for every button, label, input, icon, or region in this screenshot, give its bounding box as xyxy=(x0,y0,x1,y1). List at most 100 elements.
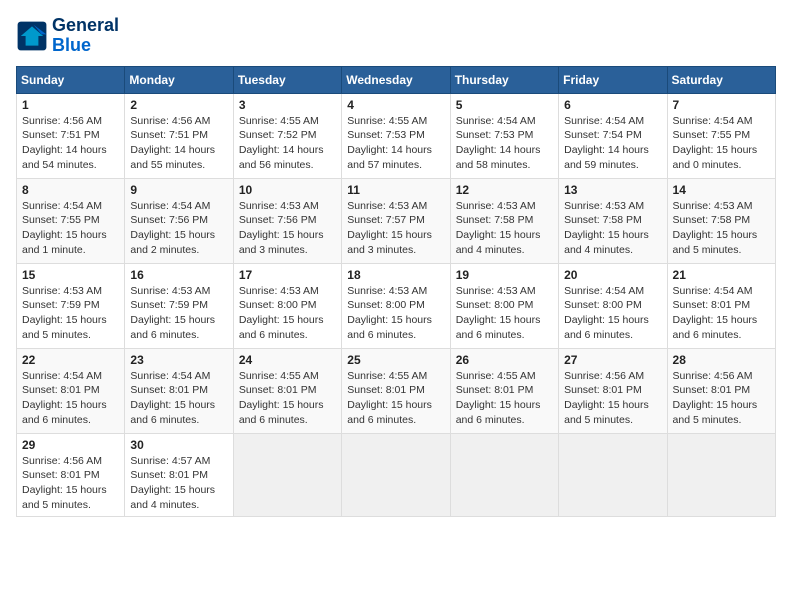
day-number: 9 xyxy=(130,183,227,197)
day-info: Sunrise: 4:53 AMSunset: 8:00 PMDaylight:… xyxy=(456,284,553,343)
day-number: 6 xyxy=(564,98,661,112)
calendar-cell: 25 Sunrise: 4:55 AMSunset: 8:01 PMDaylig… xyxy=(342,348,450,433)
day-info: Sunrise: 4:56 AMSunset: 7:51 PMDaylight:… xyxy=(22,114,119,173)
day-info: Sunrise: 4:55 AMSunset: 8:01 PMDaylight:… xyxy=(456,369,553,428)
day-number: 23 xyxy=(130,353,227,367)
logo: General Blue xyxy=(16,16,119,56)
day-number: 15 xyxy=(22,268,119,282)
day-number: 8 xyxy=(22,183,119,197)
calendar-cell: 16 Sunrise: 4:53 AMSunset: 7:59 PMDaylig… xyxy=(125,263,233,348)
day-info: Sunrise: 4:55 AMSunset: 7:53 PMDaylight:… xyxy=(347,114,444,173)
day-info: Sunrise: 4:54 AMSunset: 7:56 PMDaylight:… xyxy=(130,199,227,258)
day-info: Sunrise: 4:53 AMSunset: 7:57 PMDaylight:… xyxy=(347,199,444,258)
day-info: Sunrise: 4:54 AMSunset: 7:55 PMDaylight:… xyxy=(22,199,119,258)
day-number: 7 xyxy=(673,98,770,112)
logo-text: General Blue xyxy=(52,16,119,56)
calendar-cell: 21 Sunrise: 4:54 AMSunset: 8:01 PMDaylig… xyxy=(667,263,775,348)
calendar-cell xyxy=(667,433,775,517)
day-number: 17 xyxy=(239,268,336,282)
calendar-cell: 13 Sunrise: 4:53 AMSunset: 7:58 PMDaylig… xyxy=(559,178,667,263)
day-info: Sunrise: 4:56 AMSunset: 8:01 PMDaylight:… xyxy=(673,369,770,428)
calendar-header-saturday: Saturday xyxy=(667,66,775,93)
calendar-cell xyxy=(450,433,558,517)
calendar-header-wednesday: Wednesday xyxy=(342,66,450,93)
calendar-cell: 14 Sunrise: 4:53 AMSunset: 7:58 PMDaylig… xyxy=(667,178,775,263)
calendar-week-1: 1 Sunrise: 4:56 AMSunset: 7:51 PMDayligh… xyxy=(17,93,776,178)
day-number: 13 xyxy=(564,183,661,197)
calendar-cell: 27 Sunrise: 4:56 AMSunset: 8:01 PMDaylig… xyxy=(559,348,667,433)
calendar-cell: 17 Sunrise: 4:53 AMSunset: 8:00 PMDaylig… xyxy=(233,263,341,348)
day-info: Sunrise: 4:54 AMSunset: 8:01 PMDaylight:… xyxy=(22,369,119,428)
day-info: Sunrise: 4:55 AMSunset: 8:01 PMDaylight:… xyxy=(347,369,444,428)
calendar-cell: 26 Sunrise: 4:55 AMSunset: 8:01 PMDaylig… xyxy=(450,348,558,433)
calendar-cell: 10 Sunrise: 4:53 AMSunset: 7:56 PMDaylig… xyxy=(233,178,341,263)
calendar-header-friday: Friday xyxy=(559,66,667,93)
day-info: Sunrise: 4:56 AMSunset: 8:01 PMDaylight:… xyxy=(564,369,661,428)
day-number: 24 xyxy=(239,353,336,367)
day-number: 26 xyxy=(456,353,553,367)
day-number: 11 xyxy=(347,183,444,197)
day-info: Sunrise: 4:55 AMSunset: 8:01 PMDaylight:… xyxy=(239,369,336,428)
day-number: 20 xyxy=(564,268,661,282)
day-number: 5 xyxy=(456,98,553,112)
day-number: 10 xyxy=(239,183,336,197)
day-number: 30 xyxy=(130,438,227,452)
calendar-week-3: 15 Sunrise: 4:53 AMSunset: 7:59 PMDaylig… xyxy=(17,263,776,348)
day-number: 27 xyxy=(564,353,661,367)
calendar-cell: 28 Sunrise: 4:56 AMSunset: 8:01 PMDaylig… xyxy=(667,348,775,433)
calendar-cell: 29 Sunrise: 4:56 AMSunset: 8:01 PMDaylig… xyxy=(17,433,125,517)
day-info: Sunrise: 4:57 AMSunset: 8:01 PMDaylight:… xyxy=(130,454,227,513)
calendar-cell: 6 Sunrise: 4:54 AMSunset: 7:54 PMDayligh… xyxy=(559,93,667,178)
calendar-header-monday: Monday xyxy=(125,66,233,93)
calendar-cell: 23 Sunrise: 4:54 AMSunset: 8:01 PMDaylig… xyxy=(125,348,233,433)
day-number: 16 xyxy=(130,268,227,282)
calendar-cell: 1 Sunrise: 4:56 AMSunset: 7:51 PMDayligh… xyxy=(17,93,125,178)
day-info: Sunrise: 4:55 AMSunset: 7:52 PMDaylight:… xyxy=(239,114,336,173)
calendar-cell: 8 Sunrise: 4:54 AMSunset: 7:55 PMDayligh… xyxy=(17,178,125,263)
day-info: Sunrise: 4:53 AMSunset: 8:00 PMDaylight:… xyxy=(239,284,336,343)
calendar-cell: 22 Sunrise: 4:54 AMSunset: 8:01 PMDaylig… xyxy=(17,348,125,433)
day-info: Sunrise: 4:53 AMSunset: 7:58 PMDaylight:… xyxy=(564,199,661,258)
day-info: Sunrise: 4:54 AMSunset: 8:01 PMDaylight:… xyxy=(130,369,227,428)
calendar-cell: 12 Sunrise: 4:53 AMSunset: 7:58 PMDaylig… xyxy=(450,178,558,263)
calendar-cell xyxy=(559,433,667,517)
day-info: Sunrise: 4:54 AMSunset: 8:01 PMDaylight:… xyxy=(673,284,770,343)
calendar-cell: 3 Sunrise: 4:55 AMSunset: 7:52 PMDayligh… xyxy=(233,93,341,178)
day-info: Sunrise: 4:54 AMSunset: 7:55 PMDaylight:… xyxy=(673,114,770,173)
day-info: Sunrise: 4:56 AMSunset: 7:51 PMDaylight:… xyxy=(130,114,227,173)
calendar-table: SundayMondayTuesdayWednesdayThursdayFrid… xyxy=(16,66,776,518)
day-info: Sunrise: 4:53 AMSunset: 8:00 PMDaylight:… xyxy=(347,284,444,343)
calendar-cell: 5 Sunrise: 4:54 AMSunset: 7:53 PMDayligh… xyxy=(450,93,558,178)
day-number: 29 xyxy=(22,438,119,452)
day-info: Sunrise: 4:54 AMSunset: 7:54 PMDaylight:… xyxy=(564,114,661,173)
day-number: 21 xyxy=(673,268,770,282)
calendar-cell: 19 Sunrise: 4:53 AMSunset: 8:00 PMDaylig… xyxy=(450,263,558,348)
calendar-week-2: 8 Sunrise: 4:54 AMSunset: 7:55 PMDayligh… xyxy=(17,178,776,263)
calendar-cell: 20 Sunrise: 4:54 AMSunset: 8:00 PMDaylig… xyxy=(559,263,667,348)
calendar-header-sunday: Sunday xyxy=(17,66,125,93)
calendar-header-thursday: Thursday xyxy=(450,66,558,93)
day-number: 14 xyxy=(673,183,770,197)
page-header: General Blue xyxy=(16,16,776,56)
calendar-week-5: 29 Sunrise: 4:56 AMSunset: 8:01 PMDaylig… xyxy=(17,433,776,517)
day-info: Sunrise: 4:53 AMSunset: 7:59 PMDaylight:… xyxy=(130,284,227,343)
day-number: 19 xyxy=(456,268,553,282)
day-number: 12 xyxy=(456,183,553,197)
day-number: 2 xyxy=(130,98,227,112)
day-number: 28 xyxy=(673,353,770,367)
day-number: 22 xyxy=(22,353,119,367)
day-number: 18 xyxy=(347,268,444,282)
calendar-cell: 7 Sunrise: 4:54 AMSunset: 7:55 PMDayligh… xyxy=(667,93,775,178)
calendar-cell: 18 Sunrise: 4:53 AMSunset: 8:00 PMDaylig… xyxy=(342,263,450,348)
calendar-header-tuesday: Tuesday xyxy=(233,66,341,93)
calendar-cell: 24 Sunrise: 4:55 AMSunset: 8:01 PMDaylig… xyxy=(233,348,341,433)
day-info: Sunrise: 4:56 AMSunset: 8:01 PMDaylight:… xyxy=(22,454,119,513)
logo-icon xyxy=(16,20,48,52)
day-number: 25 xyxy=(347,353,444,367)
day-number: 3 xyxy=(239,98,336,112)
day-info: Sunrise: 4:53 AMSunset: 7:58 PMDaylight:… xyxy=(456,199,553,258)
calendar-header-row: SundayMondayTuesdayWednesdayThursdayFrid… xyxy=(17,66,776,93)
day-number: 4 xyxy=(347,98,444,112)
calendar-body: 1 Sunrise: 4:56 AMSunset: 7:51 PMDayligh… xyxy=(17,93,776,517)
calendar-cell xyxy=(233,433,341,517)
